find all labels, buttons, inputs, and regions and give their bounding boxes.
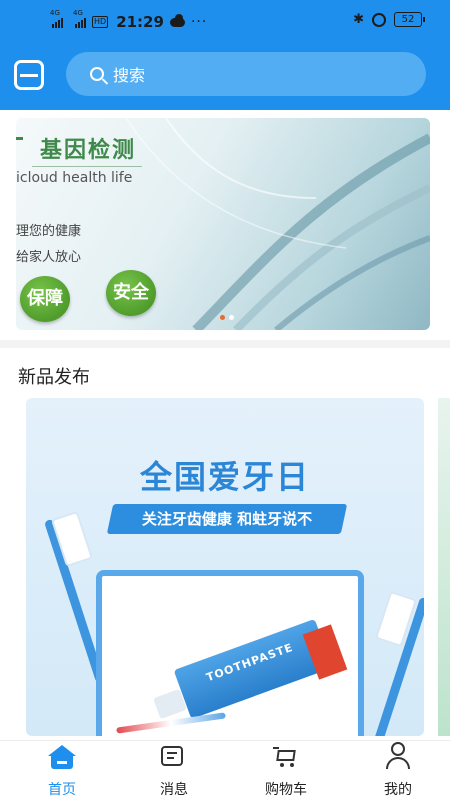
- nav-item-home[interactable]: 首页: [22, 741, 102, 801]
- status-time: 21:29: [116, 13, 164, 31]
- message-icon: [161, 746, 183, 766]
- guarantee-badge: 保障: [20, 276, 70, 322]
- network-label-1: 4G: [50, 9, 60, 17]
- signal-icon: 4G: [50, 9, 63, 28]
- nav-item-profile[interactable]: 我的: [358, 741, 438, 801]
- section-divider: [0, 340, 450, 348]
- title-underline: [32, 166, 142, 167]
- weather-icon: [169, 13, 185, 27]
- home-icon: [48, 745, 76, 769]
- banner-text-line-1: 理您的健康: [16, 224, 82, 239]
- nav-label-profile: 我的: [384, 782, 412, 798]
- battery-icon: 52: [394, 12, 425, 27]
- nav-label-cart: 购物车: [265, 782, 307, 798]
- search-input[interactable]: 搜索: [66, 52, 426, 96]
- alarm-icon: [372, 12, 386, 27]
- banner-title: 基因检测: [40, 138, 137, 163]
- nav-label-home: 首页: [48, 782, 76, 798]
- more-notifications: ···: [190, 14, 208, 30]
- pager-dot-active[interactable]: [220, 315, 225, 320]
- promo-ribbon-text: 关注牙齿健康 和蛀牙说不: [141, 510, 313, 528]
- status-bar: 4G 4G HD 21:29 ··· ✱ 52: [0, 0, 450, 44]
- cart-icon: [273, 747, 297, 769]
- product-card[interactable]: 全国爱牙日 关注牙齿健康 和蛀牙说不 TOOTHPASTE: [26, 398, 424, 736]
- hd-badge: HD: [92, 16, 109, 28]
- scan-icon[interactable]: [14, 60, 44, 90]
- title-mark: [16, 137, 23, 140]
- banner-text-line-2: 给家人放心: [16, 250, 82, 265]
- section-title-new-products: 新品发布: [18, 367, 90, 388]
- promo-banner[interactable]: 基因检测 icloud health life 理您的健康 给家人放心 保障 安…: [16, 118, 430, 330]
- nav-label-messages: 消息: [160, 782, 188, 798]
- app-header: 4G 4G HD 21:29 ··· ✱ 52 搜索: [0, 0, 450, 110]
- status-right: ✱ 52: [353, 12, 425, 27]
- nav-item-messages[interactable]: 消息: [134, 741, 214, 801]
- status-left: 4G 4G HD 21:29 ···: [50, 9, 208, 31]
- user-icon: [386, 742, 410, 770]
- search-placeholder: 搜索: [113, 66, 146, 85]
- signal-icon: 4G: [73, 9, 86, 28]
- safety-badge: 安全: [106, 270, 156, 316]
- bottom-nav: 首页 消息 购物车 我的: [0, 740, 450, 801]
- banner-pager: [220, 315, 234, 320]
- bluetooth-icon: ✱: [353, 12, 364, 27]
- search-icon: [90, 67, 104, 81]
- product-card-next[interactable]: [438, 398, 450, 736]
- banner-subtitle: icloud health life: [16, 170, 133, 186]
- network-label-2: 4G: [73, 9, 83, 17]
- pager-dot[interactable]: [229, 315, 234, 320]
- promo-title: 全国爱牙日: [139, 458, 310, 496]
- nav-item-cart[interactable]: 购物车: [246, 741, 326, 801]
